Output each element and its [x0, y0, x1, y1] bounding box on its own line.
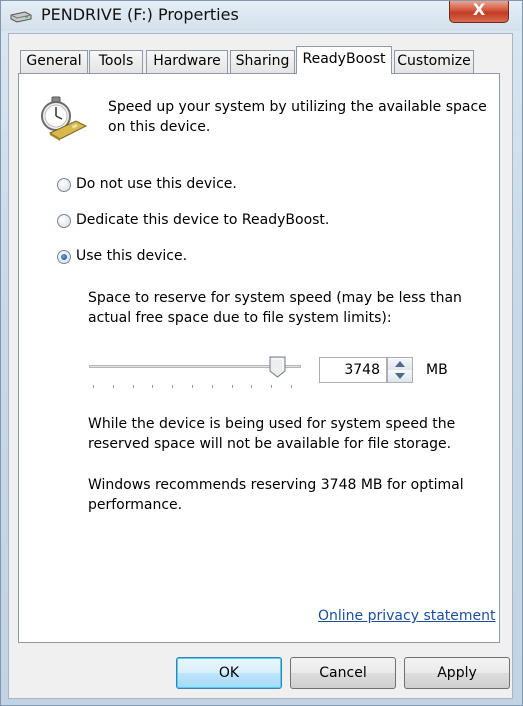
readyboost-panel [18, 73, 500, 643]
tab-label: Tools [98, 53, 134, 69]
intro-text-line1: Speed up your system by utilizing the av… [108, 99, 487, 115]
arrow-up-icon [395, 361, 405, 367]
radio-dedicate-device[interactable] [57, 214, 71, 228]
radio-use-device[interactable] [57, 250, 71, 264]
warning-text-line2: reserved space will not be available for… [88, 436, 452, 452]
recommend-text-line2: performance. [88, 497, 183, 513]
ok-button[interactable]: OK [176, 657, 282, 689]
recommend-text-line1: Windows recommends reserving 3748 MB for… [88, 477, 464, 493]
slider-tick [192, 385, 193, 388]
slider-tick [172, 385, 173, 388]
window-title: PENDRIVE (F:) Properties [41, 5, 239, 24]
slider-tick [212, 385, 213, 388]
warning-text-line1: While the device is being used for syste… [88, 416, 456, 432]
reserve-text-line1: Space to reserve for system speed (may b… [88, 290, 462, 306]
ok-button-label: OK [218, 665, 240, 681]
apply-button[interactable]: Apply [404, 657, 510, 689]
tab-readyboost[interactable]: ReadyBoost [296, 46, 392, 74]
reserve-slider-thumb[interactable] [269, 356, 286, 378]
apply-button-label: Apply [437, 665, 477, 681]
privacy-statement-link[interactable]: Online privacy statement [318, 608, 496, 624]
tab-label: Customize [397, 53, 471, 69]
slider-tick [133, 385, 134, 388]
slider-tick [291, 385, 292, 388]
readyboost-stopwatch-icon [41, 96, 88, 141]
radio-label-dedicate-device[interactable]: Dedicate this device to ReadyBoost. [76, 210, 329, 231]
spin-down-button[interactable] [388, 370, 412, 382]
radio-selected-dot [61, 254, 67, 260]
slider-tick [271, 385, 272, 388]
tab-label: Hardware [153, 53, 221, 69]
slider-tick [93, 385, 94, 388]
tab-label: General [26, 53, 82, 69]
reserve-text-line2: actual free space due to file system lim… [88, 310, 392, 326]
radio-do-not-use[interactable] [57, 178, 71, 192]
tab-general[interactable]: General [20, 50, 88, 73]
arrow-down-icon [395, 373, 405, 379]
tab-hardware[interactable]: Hardware [146, 50, 228, 73]
tab-label: Sharing [235, 53, 290, 69]
close-button[interactable]: X [449, 1, 509, 23]
tab-sharing[interactable]: Sharing [230, 50, 295, 73]
close-icon: X [472, 0, 486, 19]
intro-text-line2: on this device. [108, 119, 211, 135]
radio-label-do-not-use[interactable]: Do not use this device. [76, 174, 237, 195]
tab-label: ReadyBoost [302, 51, 386, 67]
title-bar[interactable]: PENDRIVE (F:) Properties X [1, 1, 522, 31]
slider-tick [113, 385, 114, 388]
radio-label-use-device[interactable]: Use this device. [76, 246, 187, 267]
reserve-size-spinner[interactable] [387, 357, 413, 383]
tab-tools[interactable]: Tools [89, 50, 143, 73]
drive-icon [10, 11, 32, 23]
slider-tick [232, 385, 233, 388]
slider-tick [251, 385, 252, 388]
size-unit-label: MB [426, 362, 448, 378]
tab-customize[interactable]: Customize [394, 50, 474, 73]
slider-tick [152, 385, 153, 388]
cancel-button-label: Cancel [319, 665, 367, 681]
reserve-size-input[interactable]: 3748 [319, 357, 387, 383]
cancel-button[interactable]: Cancel [290, 657, 396, 689]
